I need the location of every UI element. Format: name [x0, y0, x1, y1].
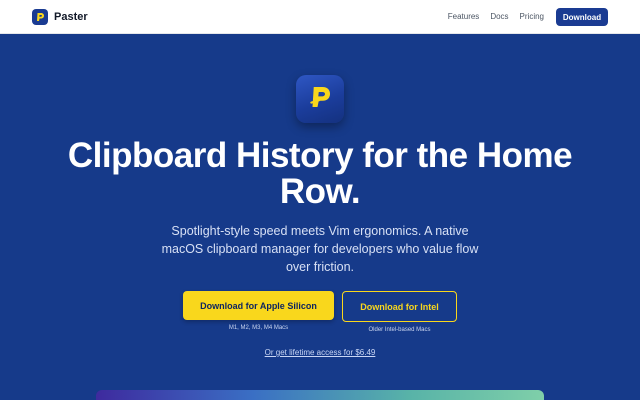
apple-silicon-hint: M1, M2, M3, M4 Macs — [228, 325, 289, 331]
nav-download-button[interactable]: Download — [556, 8, 608, 26]
hero-subtitle: Spotlight-style speed meets Vim ergonomi… — [161, 224, 479, 274]
brand[interactable]: Paster — [32, 9, 88, 25]
p-logo-icon — [305, 82, 335, 117]
download-apple-silicon-button[interactable]: Download for Apple Silicon — [183, 291, 334, 320]
nav-link-features[interactable]: Features — [448, 12, 480, 21]
app-preview-image — [96, 390, 544, 400]
nav-link-pricing[interactable]: Pricing — [520, 12, 544, 21]
brand-name: Paster — [54, 11, 88, 23]
lifetime-access-link[interactable]: Or get lifetime access for $6.49 — [200, 348, 440, 357]
p-logo-icon — [32, 9, 48, 25]
app-icon — [296, 75, 344, 123]
hero-title: Clipboard History for the Home Row. — [67, 136, 573, 211]
nav-links: Features Docs Pricing — [448, 12, 544, 21]
top-nav: Paster Features Docs Pricing Download — [0, 0, 640, 34]
nav-link-docs[interactable]: Docs — [490, 12, 508, 21]
download-intel-button[interactable]: Download for Intel — [342, 291, 457, 322]
intel-hint: Older Intel-based Macs — [368, 327, 431, 333]
